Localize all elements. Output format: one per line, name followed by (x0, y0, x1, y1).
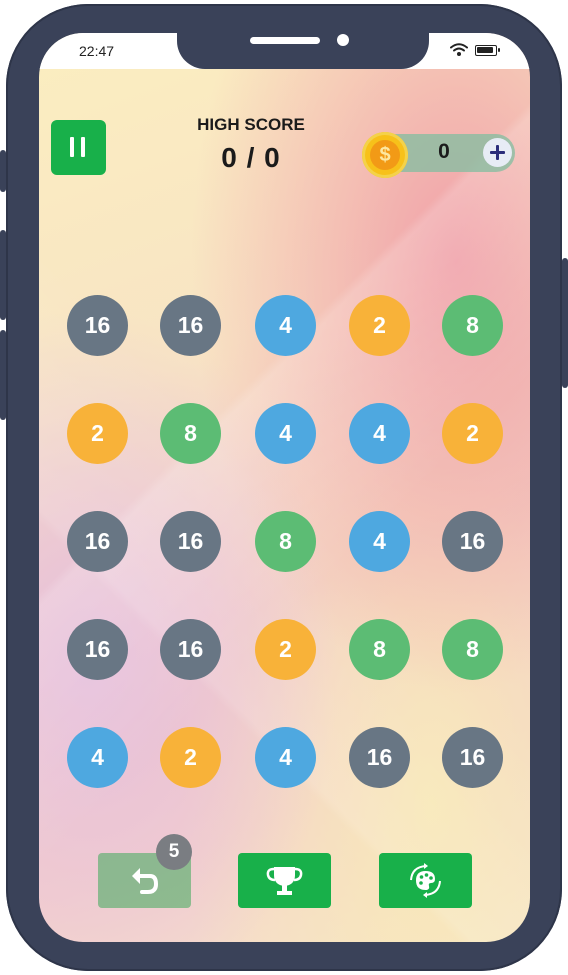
tile-r3-c1[interactable]: 16 (67, 511, 128, 572)
speaker-grille (250, 37, 320, 44)
phone-volume-down (0, 330, 6, 420)
status-time: 22:47 (79, 43, 115, 59)
coin-icon: $ (362, 132, 408, 178)
tile-r3-c3[interactable]: 8 (255, 511, 316, 572)
coin-symbol: $ (370, 140, 400, 170)
phone-side-button (0, 150, 6, 192)
plus-icon-vertical (496, 145, 499, 160)
tile-r1-c4[interactable]: 2 (349, 295, 410, 356)
tile-r4-c1[interactable]: 16 (67, 619, 128, 680)
tile-r5-c5[interactable]: 16 (442, 727, 503, 788)
add-coins-button[interactable] (483, 138, 512, 167)
wifi-icon (450, 43, 468, 56)
tile-r2-c1[interactable]: 2 (67, 403, 128, 464)
tile-r2-c2[interactable]: 8 (160, 403, 221, 464)
tile-r5-c4[interactable]: 16 (349, 727, 410, 788)
pause-icon-bar-left (70, 137, 74, 157)
tile-r3-c5[interactable]: 16 (442, 511, 503, 572)
tile-r3-c4[interactable]: 4 (349, 511, 410, 572)
pause-icon-bar-right (81, 137, 85, 157)
coin-count: 0 (438, 140, 450, 163)
front-camera (337, 34, 349, 46)
palette-icon (410, 863, 441, 898)
battery-icon (475, 45, 500, 56)
theme-button[interactable] (379, 853, 472, 908)
phone-power-button (562, 258, 568, 388)
phone-notch (177, 33, 429, 69)
tile-r3-c2[interactable]: 16 (160, 511, 221, 572)
tile-r5-c2[interactable]: 2 (160, 727, 221, 788)
tile-r5-c3[interactable]: 4 (255, 727, 316, 788)
tile-r4-c4[interactable]: 8 (349, 619, 410, 680)
trophy-icon (266, 867, 303, 895)
high-score-label: HIGH SCORE (197, 115, 305, 134)
game-screen: 22:47 HIGH SCORE 0 / 0 $ 0 16 16 4 2 8 2 8 4 4 2 1… (39, 33, 530, 942)
tile-r5-c1[interactable]: 4 (67, 727, 128, 788)
phone-volume-up (0, 230, 6, 320)
tile-r2-c5[interactable]: 2 (442, 403, 503, 464)
tile-r2-c3[interactable]: 4 (255, 403, 316, 464)
leaderboard-button[interactable] (238, 853, 331, 908)
high-score-value: 0 / 0 (221, 142, 281, 173)
tile-r2-c4[interactable]: 4 (349, 403, 410, 464)
pause-button[interactable] (51, 120, 106, 175)
tile-r4-c2[interactable]: 16 (160, 619, 221, 680)
tile-r1-c2[interactable]: 16 (160, 295, 221, 356)
tile-r1-c3[interactable]: 4 (255, 295, 316, 356)
tile-r1-c5[interactable]: 8 (442, 295, 503, 356)
tile-r4-c3[interactable]: 2 (255, 619, 316, 680)
tile-r4-c5[interactable]: 8 (442, 619, 503, 680)
undo-count-badge: 5 (156, 834, 192, 870)
tile-r1-c1[interactable]: 16 (67, 295, 128, 356)
